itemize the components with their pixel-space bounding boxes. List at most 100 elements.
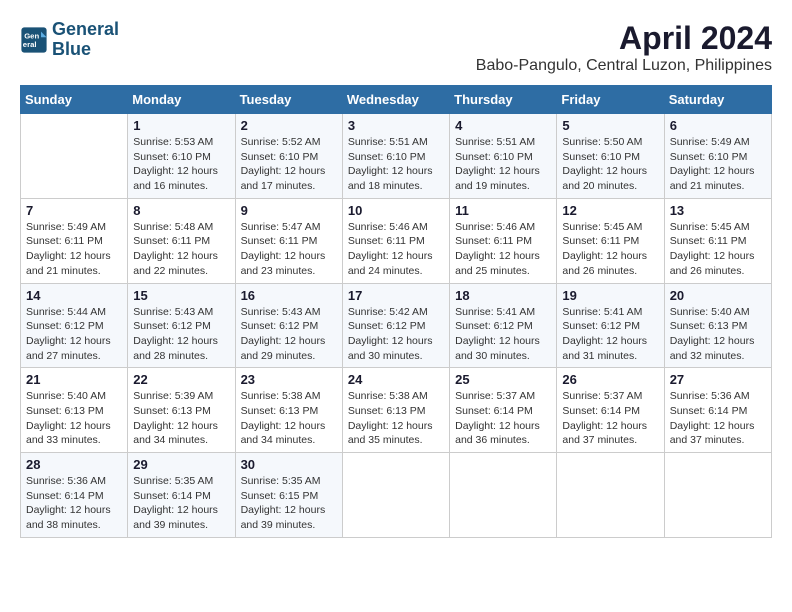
- day-info: Sunrise: 5:43 AMSunset: 6:12 PMDaylight:…: [133, 305, 229, 364]
- day-info: Sunrise: 5:35 AMSunset: 6:15 PMDaylight:…: [241, 474, 337, 533]
- calendar-cell: 27 Sunrise: 5:36 AMSunset: 6:14 PMDayligh…: [664, 368, 771, 453]
- day-number: 14: [26, 288, 122, 303]
- day-number: 18: [455, 288, 551, 303]
- day-info: Sunrise: 5:36 AMSunset: 6:14 PMDaylight:…: [670, 389, 766, 448]
- day-number: 26: [562, 372, 658, 387]
- day-info: Sunrise: 5:44 AMSunset: 6:12 PMDaylight:…: [26, 305, 122, 364]
- day-info: Sunrise: 5:49 AMSunset: 6:10 PMDaylight:…: [670, 135, 766, 194]
- day-number: 25: [455, 372, 551, 387]
- day-info: Sunrise: 5:42 AMSunset: 6:12 PMDaylight:…: [348, 305, 444, 364]
- day-info: Sunrise: 5:35 AMSunset: 6:14 PMDaylight:…: [133, 474, 229, 533]
- day-info: Sunrise: 5:51 AMSunset: 6:10 PMDaylight:…: [348, 135, 444, 194]
- day-number: 24: [348, 372, 444, 387]
- header-sunday: Sunday: [21, 86, 128, 114]
- header-tuesday: Tuesday: [235, 86, 342, 114]
- header-wednesday: Wednesday: [342, 86, 449, 114]
- calendar-cell: 18 Sunrise: 5:41 AMSunset: 6:12 PMDayligh…: [450, 283, 557, 368]
- calendar-cell: 11 Sunrise: 5:46 AMSunset: 6:11 PMDayligh…: [450, 198, 557, 283]
- day-info: Sunrise: 5:40 AMSunset: 6:13 PMDaylight:…: [26, 389, 122, 448]
- week-row-3: 14 Sunrise: 5:44 AMSunset: 6:12 PMDayligh…: [21, 283, 772, 368]
- calendar-cell: 9Sunrise: 5:47 AMSunset: 6:11 PMDaylight…: [235, 198, 342, 283]
- header-friday: Friday: [557, 86, 664, 114]
- calendar-cell: 26 Sunrise: 5:37 AMSunset: 6:14 PMDayligh…: [557, 368, 664, 453]
- day-info: Sunrise: 5:39 AMSunset: 6:13 PMDaylight:…: [133, 389, 229, 448]
- calendar-header-row: SundayMondayTuesdayWednesdayThursdayFrid…: [21, 86, 772, 114]
- day-info: Sunrise: 5:41 AMSunset: 6:12 PMDaylight:…: [455, 305, 551, 364]
- day-number: 20: [670, 288, 766, 303]
- day-number: 27: [670, 372, 766, 387]
- calendar-cell: [21, 114, 128, 199]
- day-info: Sunrise: 5:40 AMSunset: 6:13 PMDaylight:…: [670, 305, 766, 364]
- week-row-2: 7 Sunrise: 5:49 AMSunset: 6:11 PMDaylight…: [21, 198, 772, 283]
- logo-text: General Blue: [52, 20, 119, 60]
- day-number: 17: [348, 288, 444, 303]
- day-number: 23: [241, 372, 337, 387]
- day-number: 19: [562, 288, 658, 303]
- day-number: 1: [133, 118, 229, 133]
- logo-icon: Gen eral: [20, 26, 48, 54]
- day-number: 22: [133, 372, 229, 387]
- svg-text:Gen: Gen: [24, 31, 39, 40]
- day-number: 11: [455, 203, 551, 218]
- day-info: Sunrise: 5:37 AMSunset: 6:14 PMDaylight:…: [455, 389, 551, 448]
- title-block: April 2024 Babo-Pangulo, Central Luzon, …: [476, 20, 772, 75]
- calendar-cell: [450, 453, 557, 538]
- day-info: Sunrise: 5:37 AMSunset: 6:14 PMDaylight:…: [562, 389, 658, 448]
- calendar-cell: 30 Sunrise: 5:35 AMSunset: 6:15 PMDayligh…: [235, 453, 342, 538]
- day-info: Sunrise: 5:41 AMSunset: 6:12 PMDaylight:…: [562, 305, 658, 364]
- calendar-cell: 15 Sunrise: 5:43 AMSunset: 6:12 PMDayligh…: [128, 283, 235, 368]
- day-info: Sunrise: 5:53 AMSunset: 6:10 PMDaylight:…: [133, 135, 229, 194]
- calendar-cell: 21 Sunrise: 5:40 AMSunset: 6:13 PMDayligh…: [21, 368, 128, 453]
- day-info: Sunrise: 5:46 AMSunset: 6:11 PMDaylight:…: [455, 220, 551, 279]
- calendar-cell: 12 Sunrise: 5:45 AMSunset: 6:11 PMDayligh…: [557, 198, 664, 283]
- week-row-1: 1 Sunrise: 5:53 AMSunset: 6:10 PMDaylight…: [21, 114, 772, 199]
- calendar-cell: 6 Sunrise: 5:49 AMSunset: 6:10 PMDaylight…: [664, 114, 771, 199]
- calendar-cell: [342, 453, 449, 538]
- day-number: 28: [26, 457, 122, 472]
- day-info: Sunrise: 5:49 AMSunset: 6:11 PMDaylight:…: [26, 220, 122, 279]
- day-number: 15: [133, 288, 229, 303]
- logo-line2: Blue: [52, 39, 91, 59]
- day-number: 5: [562, 118, 658, 133]
- calendar-cell: 14 Sunrise: 5:44 AMSunset: 6:12 PMDayligh…: [21, 283, 128, 368]
- calendar-cell: 13Sunrise: 5:45 AMSunset: 6:11 PMDayligh…: [664, 198, 771, 283]
- day-number: 12: [562, 203, 658, 218]
- logo: Gen eral General Blue: [20, 20, 119, 60]
- day-info: Sunrise: 5:50 AMSunset: 6:10 PMDaylight:…: [562, 135, 658, 194]
- calendar-cell: 23Sunrise: 5:38 AMSunset: 6:13 PMDayligh…: [235, 368, 342, 453]
- day-number: 4: [455, 118, 551, 133]
- calendar-cell: 25 Sunrise: 5:37 AMSunset: 6:14 PMDayligh…: [450, 368, 557, 453]
- logo-line1: General: [52, 19, 119, 39]
- calendar-cell: 29 Sunrise: 5:35 AMSunset: 6:14 PMDayligh…: [128, 453, 235, 538]
- calendar-cell: 16Sunrise: 5:43 AMSunset: 6:12 PMDayligh…: [235, 283, 342, 368]
- page-header: Gen eral General Blue April 2024 Babo-Pa…: [20, 20, 772, 75]
- day-number: 7: [26, 203, 122, 218]
- day-info: Sunrise: 5:51 AMSunset: 6:10 PMDaylight:…: [455, 135, 551, 194]
- calendar-cell: [664, 453, 771, 538]
- day-info: Sunrise: 5:45 AMSunset: 6:11 PMDaylight:…: [670, 220, 766, 279]
- day-info: Sunrise: 5:47 AMSunset: 6:11 PMDaylight:…: [241, 220, 337, 279]
- calendar-title: April 2024: [476, 20, 772, 57]
- calendar-cell: 4 Sunrise: 5:51 AMSunset: 6:10 PMDaylight…: [450, 114, 557, 199]
- calendar-cell: 17 Sunrise: 5:42 AMSunset: 6:12 PMDayligh…: [342, 283, 449, 368]
- calendar-table: SundayMondayTuesdayWednesdayThursdayFrid…: [20, 85, 772, 538]
- day-number: 30: [241, 457, 337, 472]
- calendar-cell: 10 Sunrise: 5:46 AMSunset: 6:11 PMDayligh…: [342, 198, 449, 283]
- calendar-cell: 19 Sunrise: 5:41 AMSunset: 6:12 PMDayligh…: [557, 283, 664, 368]
- day-number: 21: [26, 372, 122, 387]
- calendar-cell: 7 Sunrise: 5:49 AMSunset: 6:11 PMDaylight…: [21, 198, 128, 283]
- calendar-cell: 3 Sunrise: 5:51 AMSunset: 6:10 PMDaylight…: [342, 114, 449, 199]
- calendar-cell: 24Sunrise: 5:38 AMSunset: 6:13 PMDayligh…: [342, 368, 449, 453]
- week-row-5: 28Sunrise: 5:36 AMSunset: 6:14 PMDayligh…: [21, 453, 772, 538]
- calendar-cell: 2Sunrise: 5:52 AMSunset: 6:10 PMDaylight…: [235, 114, 342, 199]
- day-number: 10: [348, 203, 444, 218]
- day-info: Sunrise: 5:46 AMSunset: 6:11 PMDaylight:…: [348, 220, 444, 279]
- day-number: 6: [670, 118, 766, 133]
- week-row-4: 21 Sunrise: 5:40 AMSunset: 6:13 PMDayligh…: [21, 368, 772, 453]
- day-number: 16: [241, 288, 337, 303]
- header-thursday: Thursday: [450, 86, 557, 114]
- calendar-cell: 5 Sunrise: 5:50 AMSunset: 6:10 PMDaylight…: [557, 114, 664, 199]
- day-info: Sunrise: 5:45 AMSunset: 6:11 PMDaylight:…: [562, 220, 658, 279]
- day-number: 3: [348, 118, 444, 133]
- day-number: 29: [133, 457, 229, 472]
